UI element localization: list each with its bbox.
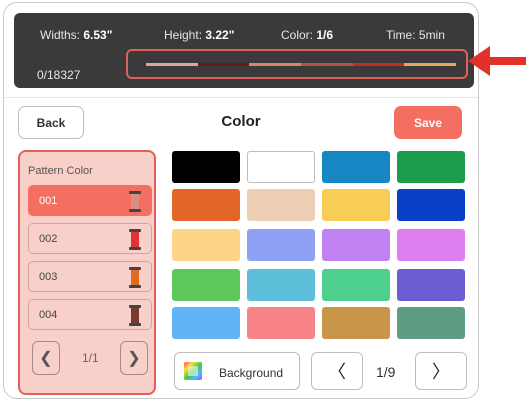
progress-highlight <box>126 49 468 79</box>
pattern-color-label: 004 <box>39 309 58 321</box>
pattern-color-label: 003 <box>39 271 58 283</box>
back-button[interactable]: Back <box>18 106 84 139</box>
color-swatch[interactable] <box>247 307 315 339</box>
pattern-color-item[interactable]: 004 <box>28 299 152 330</box>
pattern-color-panel: Pattern Color 001 002 003 004 ❮ 1/1 ❯ <box>18 150 156 395</box>
color-swatch[interactable] <box>397 229 465 261</box>
palette-prev-button[interactable]: 〈 <box>311 352 363 390</box>
pattern-color-item[interactable]: 001 <box>28 185 152 216</box>
pattern-color-item[interactable]: 003 <box>28 261 152 292</box>
chevron-right-icon: 〉 <box>432 362 450 382</box>
palette-page-indicator: 1/9 <box>376 364 396 380</box>
color-swatch[interactable] <box>397 151 465 183</box>
height-stat: Height: 3.22" <box>164 28 235 42</box>
color-swatch[interactable] <box>322 269 390 301</box>
color-swatch[interactable] <box>397 189 465 221</box>
save-button[interactable]: Save <box>394 106 462 139</box>
progress-segment <box>197 63 250 66</box>
stitch-counter: 0/18327 <box>37 68 81 82</box>
color-swatch[interactable] <box>247 229 315 261</box>
color-swatch[interactable] <box>172 151 240 183</box>
thread-spool-icon <box>129 305 141 326</box>
chevron-left-icon: ❮ <box>39 350 53 367</box>
chevron-right-icon: ❯ <box>127 350 141 367</box>
chevron-left-icon: 〈 <box>328 362 346 382</box>
pattern-prev-button[interactable]: ❮ <box>32 341 60 375</box>
thread-spool-icon <box>129 267 141 288</box>
color-swatch[interactable] <box>322 151 390 183</box>
width-stat: Widths: 6.53" <box>40 28 113 42</box>
color-swatch[interactable] <box>172 189 240 221</box>
thread-spool-icon <box>129 191 141 212</box>
progress-segment <box>352 63 405 66</box>
divider <box>4 97 478 98</box>
background-label: Background <box>219 366 284 380</box>
color-swatch[interactable] <box>397 307 465 339</box>
color-swatch[interactable] <box>322 307 390 339</box>
color-progress-bar[interactable] <box>146 63 457 66</box>
pattern-page-indicator: 1/1 <box>82 351 99 365</box>
color-stat: Color: 1/6 <box>281 28 334 42</box>
color-swatch[interactable] <box>397 269 465 301</box>
palette-icon <box>184 362 202 380</box>
pattern-color-item[interactable]: 002 <box>28 223 152 254</box>
page-title: Color <box>221 113 261 130</box>
color-swatch[interactable] <box>247 151 315 183</box>
thread-spool-icon <box>129 229 141 250</box>
pattern-color-label: 001 <box>39 195 58 207</box>
app-window: Widths: 6.53" Height: 3.22" Color: 1/6 T… <box>3 2 479 399</box>
pattern-color-label: 002 <box>39 233 58 245</box>
time-stat: Time: 5min <box>386 28 445 42</box>
color-swatch[interactable] <box>247 269 315 301</box>
color-swatch[interactable] <box>172 269 240 301</box>
pattern-color-title: Pattern Color <box>28 165 93 177</box>
progress-segment <box>301 63 353 66</box>
color-swatch[interactable] <box>322 189 390 221</box>
annotation-arrow-icon <box>468 46 526 76</box>
background-button[interactable]: Background <box>174 352 300 390</box>
progress-segment <box>249 63 302 66</box>
palette-next-button[interactable]: 〉 <box>415 352 467 390</box>
progress-segment <box>404 63 457 66</box>
color-swatch[interactable] <box>247 189 315 221</box>
color-swatch[interactable] <box>172 307 240 339</box>
progress-header: Widths: 6.53" Height: 3.22" Color: 1/6 T… <box>14 13 474 88</box>
color-swatch[interactable] <box>322 229 390 261</box>
pattern-next-button[interactable]: ❯ <box>120 341 148 375</box>
color-swatch[interactable] <box>172 229 240 261</box>
progress-segment <box>146 63 198 66</box>
